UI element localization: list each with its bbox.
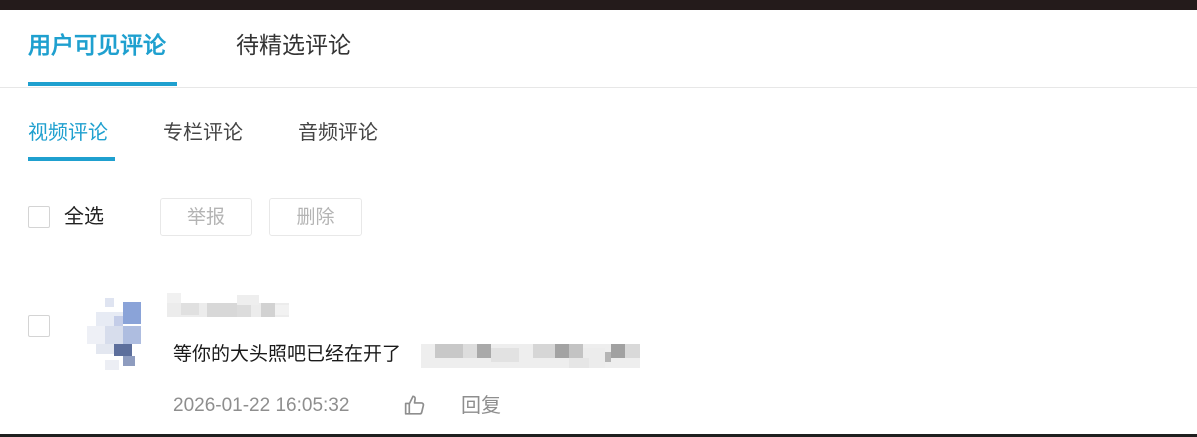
username-blurred bbox=[167, 291, 289, 318]
subtab-active-indicator bbox=[28, 157, 115, 161]
main-tab-active-indicator bbox=[28, 82, 177, 86]
tab-pending-featured-comments[interactable]: 待精选评论 bbox=[236, 30, 351, 60]
thumbs-up-icon[interactable] bbox=[402, 393, 427, 418]
subtab-video-comments[interactable]: 视频评论 bbox=[28, 120, 108, 146]
select-all-label[interactable]: 全选 bbox=[64, 204, 104, 230]
comment-management-page: 用户可见评论 待精选评论 视频评论 专栏评论 音频评论 全选 举报 删除 等你的… bbox=[0, 0, 1197, 437]
report-button[interactable]: 举报 bbox=[160, 198, 252, 236]
main-tabs: 用户可见评论 待精选评论 bbox=[0, 10, 1197, 88]
tab-user-visible-comments[interactable]: 用户可见评论 bbox=[28, 30, 166, 60]
select-all-checkbox[interactable] bbox=[28, 206, 50, 228]
top-dark-bar bbox=[0, 0, 1197, 10]
comment-text-blurred bbox=[421, 342, 640, 370]
delete-button[interactable]: 删除 bbox=[269, 198, 362, 236]
comment-checkbox[interactable] bbox=[28, 315, 50, 337]
comment-text: 等你的大头照吧已经在开了 bbox=[173, 344, 402, 365]
subtab-audio-comments[interactable]: 音频评论 bbox=[298, 120, 378, 146]
subtab-column-comments[interactable]: 专栏评论 bbox=[163, 120, 243, 146]
comment-timestamp: 2026-01-22 16:05:32 bbox=[173, 395, 350, 416]
reply-button[interactable]: 回复 bbox=[461, 393, 501, 419]
avatar[interactable] bbox=[87, 298, 141, 370]
